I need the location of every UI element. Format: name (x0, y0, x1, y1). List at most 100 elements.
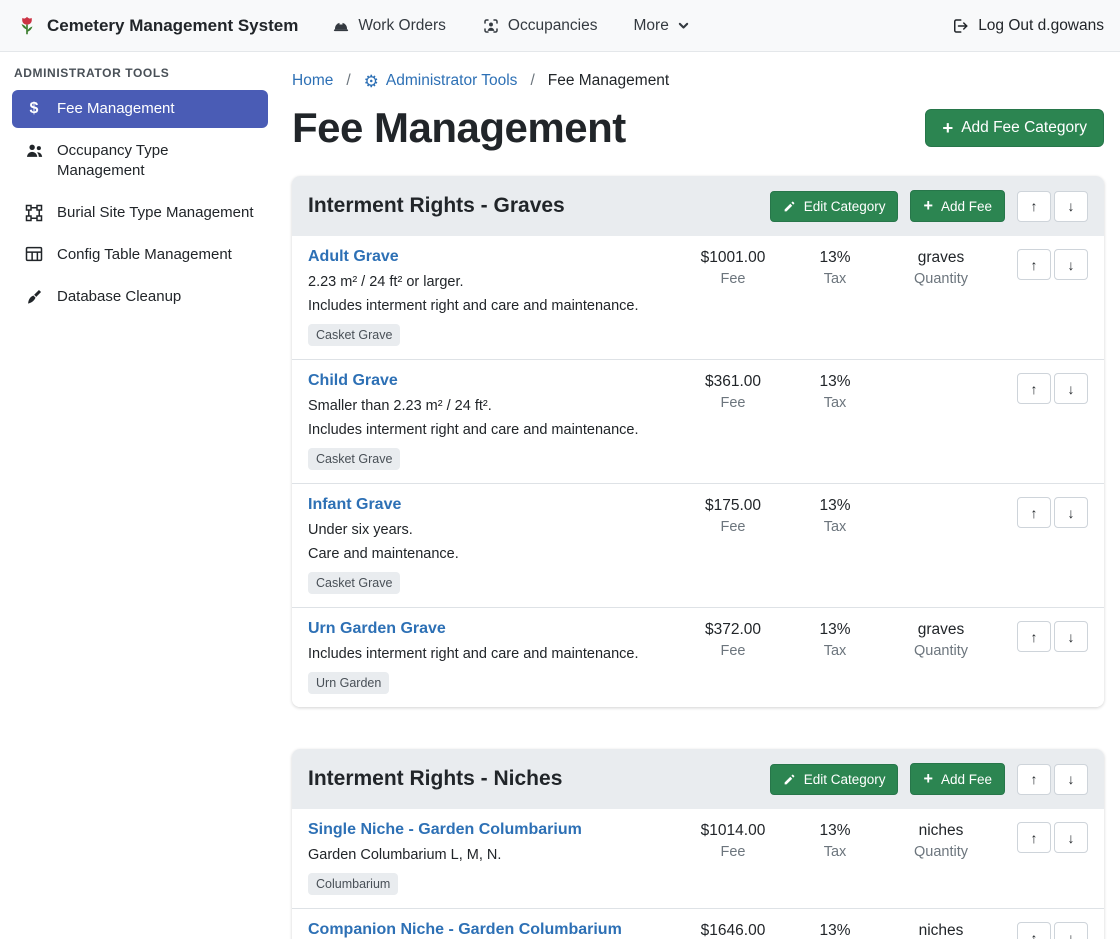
fee-tax-label: Tax (787, 395, 883, 411)
breadcrumb-home-link[interactable]: Home (292, 72, 333, 90)
add-fee-button[interactable]: + Add Fee (910, 763, 1005, 795)
fee-quantity-label: Quantity (883, 643, 999, 659)
nav-more-label: More (634, 17, 669, 35)
fee-tax-column: 13% Tax (787, 372, 883, 411)
fee-amount-column: $372.00 Fee (679, 620, 787, 659)
move-fee-down-button[interactable]: ↓ (1054, 621, 1088, 652)
sidebar-item-label: Fee Management (57, 99, 175, 119)
add-fee-button[interactable]: + Add Fee (910, 190, 1005, 222)
nav-occupancies[interactable]: Occupancies (482, 17, 598, 35)
hard-hat-icon (332, 17, 350, 35)
brand-title: Cemetery Management System (47, 16, 298, 36)
fee-quantity-column: graves Quantity (883, 620, 999, 659)
move-fee-up-button[interactable]: ↑ (1017, 621, 1051, 652)
fee-tax: 13% (787, 497, 883, 515)
fee-name-link[interactable]: Adult Grave (308, 248, 399, 266)
move-fee-up-button[interactable]: ↑ (1017, 922, 1051, 939)
page-header: Fee Management + Add Fee Category (292, 104, 1104, 152)
move-fee-down-button[interactable]: ↓ (1054, 497, 1088, 528)
arrow-down-icon: ↓ (1068, 198, 1075, 214)
gear-icon: ⚙ (364, 73, 379, 90)
logout-button[interactable]: Log Out d.gowans (951, 17, 1104, 35)
arrow-down-icon: ↓ (1068, 930, 1075, 939)
move-fee-down-button[interactable]: ↓ (1054, 373, 1088, 404)
fee-amount: $1001.00 (679, 249, 787, 267)
fee-row: Child Grave Smaller than 2.23 m² / 24 ft… (292, 359, 1104, 483)
arrow-up-icon: ↑ (1031, 257, 1038, 273)
sidebar-item-database-cleanup[interactable]: Database Cleanup (12, 278, 268, 316)
category-reorder-group: ↑ ↓ (1017, 764, 1088, 795)
move-fee-down-button[interactable]: ↓ (1054, 249, 1088, 280)
fee-tax-column: 13% Tax (787, 496, 883, 535)
fee-amount-label: Fee (679, 643, 787, 659)
add-fee-label: Add Fee (941, 772, 992, 787)
fee-amount-label: Fee (679, 395, 787, 411)
arrow-down-icon: ↓ (1068, 629, 1075, 645)
fee-tag: Urn Garden (308, 672, 389, 694)
fee-quantity-unit: graves (883, 249, 999, 267)
fee-name-link[interactable]: Child Grave (308, 372, 398, 390)
move-fee-up-button[interactable]: ↑ (1017, 497, 1051, 528)
fee-quantity-label: Quantity (883, 271, 999, 287)
fee-row: Infant Grave Under six years. Care and m… (292, 483, 1104, 607)
sidebar-item-fee-management[interactable]: $ Fee Management (12, 90, 268, 128)
sidebar-item-occupancy-type-management[interactable]: Occupancy Type Management (12, 132, 268, 190)
fee-info: Single Niche - Garden Columbarium Garden… (308, 821, 679, 895)
move-category-down-button[interactable]: ↓ (1054, 191, 1088, 222)
fee-quantity-column: niches Quantity (883, 921, 999, 939)
arrow-down-icon: ↓ (1068, 830, 1075, 846)
fee-tag: Casket Grave (308, 448, 400, 470)
fee-tag: Columbarium (308, 873, 398, 895)
fee-quantity-unit: niches (883, 822, 999, 840)
tulip-logo-icon (16, 15, 38, 37)
fee-name-link[interactable]: Companion Niche - Garden Columbarium (308, 921, 622, 939)
category-header: Interment Rights - Niches Edit Category … (292, 749, 1104, 809)
nav-work-orders[interactable]: Work Orders (332, 17, 446, 35)
sidebar-item-label: Occupancy Type Management (57, 141, 256, 181)
logout-label: Log Out d.gowans (978, 17, 1104, 35)
fee-tax: 13% (787, 373, 883, 391)
nav-more[interactable]: More (634, 17, 690, 35)
edit-category-button[interactable]: Edit Category (770, 764, 899, 795)
sidebar-item-config-table-management[interactable]: Config Table Management (12, 236, 268, 274)
breadcrumb-admin-tools-label: Administrator Tools (386, 72, 518, 90)
move-fee-up-button[interactable]: ↑ (1017, 249, 1051, 280)
fee-name-link[interactable]: Infant Grave (308, 496, 401, 514)
edit-category-button[interactable]: Edit Category (770, 191, 899, 222)
fee-amount-column: $175.00 Fee (679, 496, 787, 535)
add-fee-category-button[interactable]: + Add Fee Category (925, 109, 1104, 148)
fee-amount-column: $1014.00 Fee (679, 821, 787, 860)
vector-square-icon (24, 204, 44, 222)
arrow-up-icon: ↑ (1031, 830, 1038, 846)
breadcrumb-admin-tools-link[interactable]: ⚙ Administrator Tools (364, 72, 518, 90)
category-title: Interment Rights - Niches (308, 767, 562, 791)
fee-tax-column: 13% Tax (787, 620, 883, 659)
fee-name-link[interactable]: Single Niche - Garden Columbarium (308, 821, 582, 839)
fee-row: Adult Grave 2.23 m² / 24 ft² or larger. … (292, 236, 1104, 359)
fee-info: Urn Garden Grave Includes interment righ… (308, 620, 679, 694)
fee-quantity-column: graves Quantity (883, 248, 999, 287)
sidebar-item-label: Config Table Management (57, 245, 232, 265)
move-fee-down-button[interactable]: ↓ (1054, 922, 1088, 939)
move-fee-down-button[interactable]: ↓ (1054, 822, 1088, 853)
logout-icon (951, 17, 969, 35)
fee-amount: $361.00 (679, 373, 787, 391)
fee-info: Adult Grave 2.23 m² / 24 ft² or larger. … (308, 248, 679, 346)
move-category-down-button[interactable]: ↓ (1054, 764, 1088, 795)
fee-description: Includes interment right and care and ma… (308, 420, 679, 440)
fee-quantity-column (883, 496, 999, 497)
fee-tax-column: 13% Tax (787, 248, 883, 287)
sidebar-heading: ADMINISTRATOR TOOLS (12, 66, 268, 90)
fee-row: Single Niche - Garden Columbarium Garden… (292, 809, 1104, 908)
move-category-up-button[interactable]: ↑ (1017, 764, 1051, 795)
fee-quantity-unit: graves (883, 621, 999, 639)
fee-name-link[interactable]: Urn Garden Grave (308, 620, 446, 638)
navbar-links: Work Orders Occupancies More (332, 17, 690, 35)
move-category-up-button[interactable]: ↑ (1017, 191, 1051, 222)
users-icon (24, 142, 44, 159)
move-fee-up-button[interactable]: ↑ (1017, 373, 1051, 404)
move-fee-up-button[interactable]: ↑ (1017, 822, 1051, 853)
sidebar-item-burial-site-type-management[interactable]: Burial Site Type Management (12, 194, 268, 232)
sidebar-item-label: Database Cleanup (57, 287, 181, 307)
app-brand[interactable]: Cemetery Management System (16, 15, 298, 37)
